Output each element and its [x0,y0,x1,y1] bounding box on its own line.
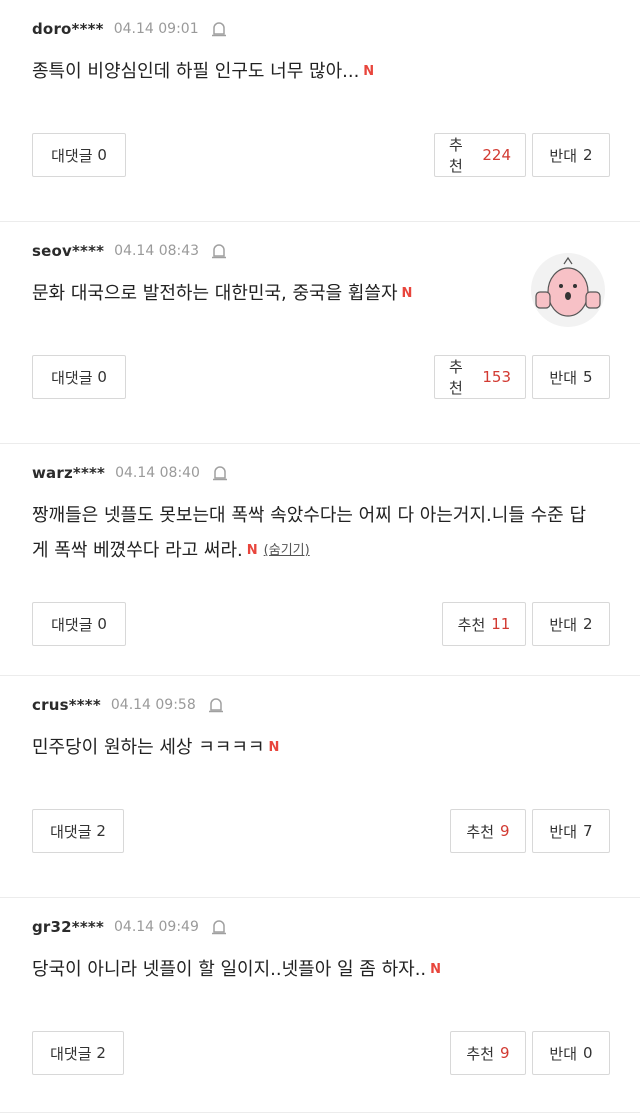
recommend-count: 224 [482,146,511,164]
comment-text: 문화 대국으로 발전하는 대한민국, 중국을 휩쓸자 N [32,276,600,311]
reply-label: 대댓글 [51,615,93,634]
comment-body: 종특이 비양심인데 하필 인구도 너무 많아... [32,61,360,82]
report-bell-icon[interactable] [211,242,227,260]
reply-count: 0 [97,146,107,164]
oppose-label: 반대 [549,1044,578,1063]
recommend-label: 추천 [449,358,463,397]
comment-date: 04.14 08:40 [115,465,200,481]
hide-link[interactable]: (숨기기) [264,543,310,558]
comment-item: crus**** 04.14 09:58 민주당이 원하는 세상 ㅋㅋㅋㅋ N 대… [0,676,640,898]
comment-body: 당국이 아니라 넷플이 할 일이지..넷플아 일 좀 하자.. [32,959,427,980]
comment-body: 민주당이 원하는 세상 ㅋㅋㅋㅋ [32,737,265,758]
comment-date: 04.14 09:01 [113,21,199,37]
comment-item: doro**** 04.14 09:01 종특이 비양심인데 하필 인구도 너무… [0,0,640,222]
new-badge: N [268,740,280,755]
oppose-label: 반대 [549,615,578,634]
reply-label: 대댓글 [51,368,93,387]
oppose-button[interactable]: 반대 7 [532,809,610,853]
thumbs-up-sticker-icon [531,253,605,327]
recommend-count: 11 [491,615,511,633]
oppose-count: 7 [583,822,593,840]
comment-username[interactable]: doro**** [32,20,104,38]
oppose-count: 2 [583,615,593,633]
comment-date: 04.14 08:43 [114,243,200,259]
reply-button[interactable]: 대댓글 0 [32,355,126,399]
reply-label: 대댓글 [51,146,93,165]
recommend-count: 153 [482,368,511,386]
oppose-button[interactable]: 반대 5 [532,355,610,399]
oppose-count: 2 [583,146,593,164]
oppose-label: 반대 [549,146,578,165]
comment-body: 문화 대국으로 발전하는 대한민국, 중국을 휩쓸자 [32,283,398,304]
report-bell-icon[interactable] [211,20,227,38]
oppose-button[interactable]: 반대 2 [532,133,610,177]
comment-item: seov**** 04.14 08:43 문화 대국으로 발전하는 대한민국, … [0,222,640,444]
comment-text: 민주당이 원하는 세상 ㅋㅋㅋㅋ N [32,730,600,765]
oppose-count: 5 [583,368,593,386]
oppose-count: 0 [583,1044,593,1062]
comment-text: 짱깨들은 넷플도 못보는대 폭싹 속았수다는 어찌 다 아는거지.니들 수준 답… [32,498,600,568]
comment-text: 당국이 아니라 넷플이 할 일이지..넷플아 일 좀 하자.. N [32,952,600,987]
recommend-label: 추천 [466,822,495,841]
comment-meta: crus**** 04.14 09:58 [32,696,224,714]
reply-label: 대댓글 [50,822,92,841]
new-badge: N [246,543,258,558]
recommend-label: 추천 [457,615,486,634]
reply-count: 2 [96,822,106,840]
reply-count: 0 [97,615,107,633]
comment-meta: warz**** 04.14 08:40 [32,464,228,482]
reply-button[interactable]: 대댓글 2 [32,1031,124,1075]
comment-username[interactable]: warz**** [32,464,105,482]
recommend-button[interactable]: 추천 153 [434,355,526,399]
report-bell-icon[interactable] [208,696,224,714]
report-bell-icon[interactable] [211,918,227,936]
oppose-button[interactable]: 반대 2 [532,602,610,646]
new-badge: N [430,962,442,977]
report-bell-icon[interactable] [212,464,228,482]
recommend-button[interactable]: 추천 9 [450,809,526,853]
recommend-button[interactable]: 추천 9 [450,1031,526,1075]
recommend-count: 9 [500,822,510,840]
comment-username[interactable]: seov**** [32,242,104,260]
reply-count: 0 [97,368,107,386]
recommend-button[interactable]: 추천 224 [434,133,526,177]
reply-button[interactable]: 대댓글 0 [32,133,126,177]
reply-label: 대댓글 [50,1044,92,1063]
comment-date: 04.14 09:58 [110,697,196,713]
reply-button[interactable]: 대댓글 2 [32,809,124,853]
oppose-label: 반대 [549,822,578,841]
recommend-button[interactable]: 추천 11 [442,602,526,646]
comment-text: 종특이 비양심인데 하필 인구도 너무 많아... N [32,54,600,89]
reply-button[interactable]: 대댓글 0 [32,602,126,646]
new-badge: N [363,64,375,79]
recommend-label: 추천 [449,136,463,175]
oppose-button[interactable]: 반대 0 [532,1031,610,1075]
oppose-label: 반대 [549,368,578,387]
comment-item: gr32**** 04.14 09:49 당국이 아니라 넷플이 할 일이지..… [0,898,640,1113]
new-badge: N [401,286,413,301]
recommend-label: 추천 [466,1044,495,1063]
comment-date: 04.14 09:49 [114,919,199,935]
comment-username[interactable]: gr32**** [32,918,104,936]
comment-meta: doro**** 04.14 09:01 [32,20,227,38]
recommend-count: 9 [500,1044,510,1062]
comment-username[interactable]: crus**** [32,696,101,714]
comment-item: warz**** 04.14 08:40 짱깨들은 넷플도 못보는대 폭싹 속았… [0,444,640,676]
comment-meta: seov**** 04.14 08:43 [32,242,227,260]
comment-meta: gr32**** 04.14 09:49 [32,918,227,936]
reply-count: 2 [96,1044,106,1062]
